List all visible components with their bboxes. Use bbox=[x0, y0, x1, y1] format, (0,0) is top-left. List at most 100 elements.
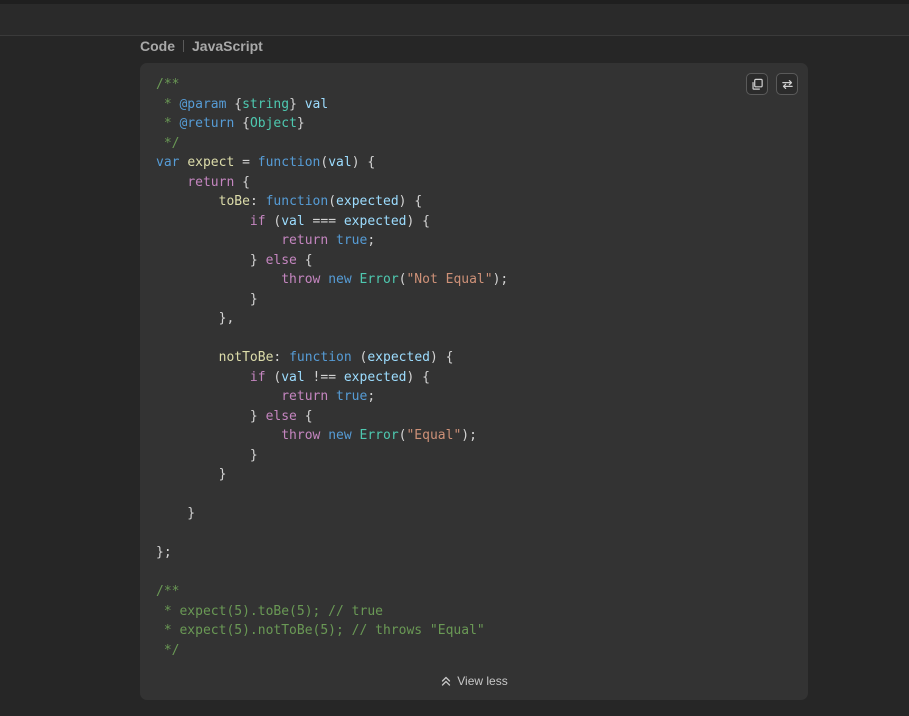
section-label: Code bbox=[140, 38, 175, 54]
code-token-plain: } bbox=[156, 408, 266, 424]
code-token-var: val bbox=[304, 96, 329, 112]
code-token-kw: function bbox=[265, 194, 329, 209]
code-token-bool: true bbox=[336, 389, 368, 404]
code-token-plain: } bbox=[156, 467, 227, 482]
code-token-plain: { bbox=[226, 96, 243, 112]
code-line: } else { bbox=[156, 407, 508, 427]
code-line: if (val === expected) { bbox=[156, 212, 508, 232]
code-line: notToBe: function (expected) { bbox=[156, 348, 508, 368]
code-line: } bbox=[156, 446, 508, 466]
code-line: } bbox=[156, 290, 508, 310]
code-token-var: expected bbox=[343, 213, 407, 229]
divider bbox=[183, 40, 184, 52]
code-token-plain: ( bbox=[265, 369, 282, 385]
view-less-label: View less bbox=[457, 674, 508, 688]
code-token-plain: ) { bbox=[429, 350, 454, 365]
code-token-var: expected bbox=[336, 194, 399, 209]
code-token-type: string bbox=[242, 96, 290, 112]
code-token-plain: ); bbox=[492, 272, 509, 287]
code-token-ctrl: else bbox=[265, 408, 297, 424]
swap-arrows-icon bbox=[781, 79, 793, 89]
code-token-comment: * expect(5).notToBe(5); // throws "Equal… bbox=[156, 623, 485, 638]
code-token-fn: expect bbox=[187, 155, 235, 170]
code-token-plain: } bbox=[296, 116, 305, 131]
code-token-plain: === bbox=[304, 213, 344, 229]
code-token-ctrl: if bbox=[249, 369, 266, 385]
code-token-plain: }, bbox=[156, 311, 235, 326]
code-token-kw: new bbox=[328, 272, 352, 287]
code-toolbar bbox=[746, 73, 798, 95]
code-token-plain: } bbox=[156, 291, 258, 307]
code-token-ctrl: else bbox=[265, 252, 297, 268]
top-strip bbox=[0, 0, 909, 4]
code-token-var: expected bbox=[343, 369, 407, 385]
code-token-plain: ( bbox=[351, 350, 368, 365]
code-line: var expect = function(val) { bbox=[156, 153, 508, 173]
code-token-plain: ) { bbox=[406, 369, 430, 385]
code-token-ctrl: if bbox=[249, 213, 266, 229]
code-token-plain: } bbox=[156, 506, 196, 521]
code-line: /** bbox=[156, 582, 508, 602]
code-token-plain: : bbox=[249, 194, 266, 209]
code-token-plain: = bbox=[234, 155, 258, 170]
code-token-plain: } bbox=[156, 447, 258, 463]
code-token-kw: function bbox=[289, 350, 352, 365]
code-line: * @param {string} val bbox=[156, 95, 508, 115]
code-token-plain: ) { bbox=[351, 155, 376, 170]
code-token-plain: { bbox=[296, 408, 313, 424]
code-block-header: Code JavaScript bbox=[140, 37, 263, 55]
code-token-plain: }; bbox=[156, 545, 172, 560]
code-token-plain: ); bbox=[461, 428, 477, 443]
code-token-type: Object bbox=[249, 116, 297, 131]
code-token-ctrl: return bbox=[281, 389, 329, 404]
code-token-var: val bbox=[281, 213, 305, 229]
code-line: throw new Error("Not Equal"); bbox=[156, 270, 508, 290]
code-token-comment: */ bbox=[156, 642, 180, 658]
code-token-var: val bbox=[281, 369, 305, 385]
code-line: return true; bbox=[156, 387, 508, 407]
code-token-plain: ) { bbox=[398, 194, 423, 209]
copy-button[interactable] bbox=[746, 73, 768, 95]
code-token-ctrl: return bbox=[281, 233, 329, 248]
copy-icon bbox=[751, 78, 763, 90]
code-block: /** * @param {string} val * @return { Obj… bbox=[140, 63, 808, 700]
code-token-ctrl: throw bbox=[281, 272, 321, 287]
code-token-plain: ; bbox=[367, 389, 376, 404]
code-line: toBe: function(expected) { bbox=[156, 192, 508, 212]
code-token-class: Error bbox=[359, 428, 399, 443]
code-line: return true; bbox=[156, 231, 508, 251]
code-line: * expect(5).notToBe(5); // throws "Equal… bbox=[156, 621, 508, 641]
code-token-plain: ( bbox=[328, 194, 337, 209]
code-token-tag: @return bbox=[179, 116, 235, 131]
double-chevron-up-icon bbox=[442, 676, 451, 686]
code-token-comment: * bbox=[156, 116, 180, 131]
code-token-var: val bbox=[328, 155, 352, 170]
code-token-str: "Not Equal" bbox=[406, 272, 493, 287]
code-token-plain: ) { bbox=[406, 213, 430, 229]
code-token-plain: ( bbox=[265, 213, 282, 229]
code-line: if (val !== expected) { bbox=[156, 368, 508, 388]
view-less-button[interactable]: View less bbox=[140, 674, 808, 688]
code-token-plain: } bbox=[156, 252, 266, 268]
code-token-plain: !== bbox=[304, 369, 344, 385]
code-line: } bbox=[156, 465, 508, 485]
code-line: */ bbox=[156, 134, 508, 154]
toggle-wrap-button[interactable] bbox=[776, 73, 798, 95]
code-line: */ bbox=[156, 641, 508, 661]
code-content[interactable]: /** * @param {string} val * @return { Obj… bbox=[156, 75, 508, 660]
code-token-var: expected bbox=[367, 350, 430, 365]
code-line: throw new Error("Equal"); bbox=[156, 426, 508, 446]
